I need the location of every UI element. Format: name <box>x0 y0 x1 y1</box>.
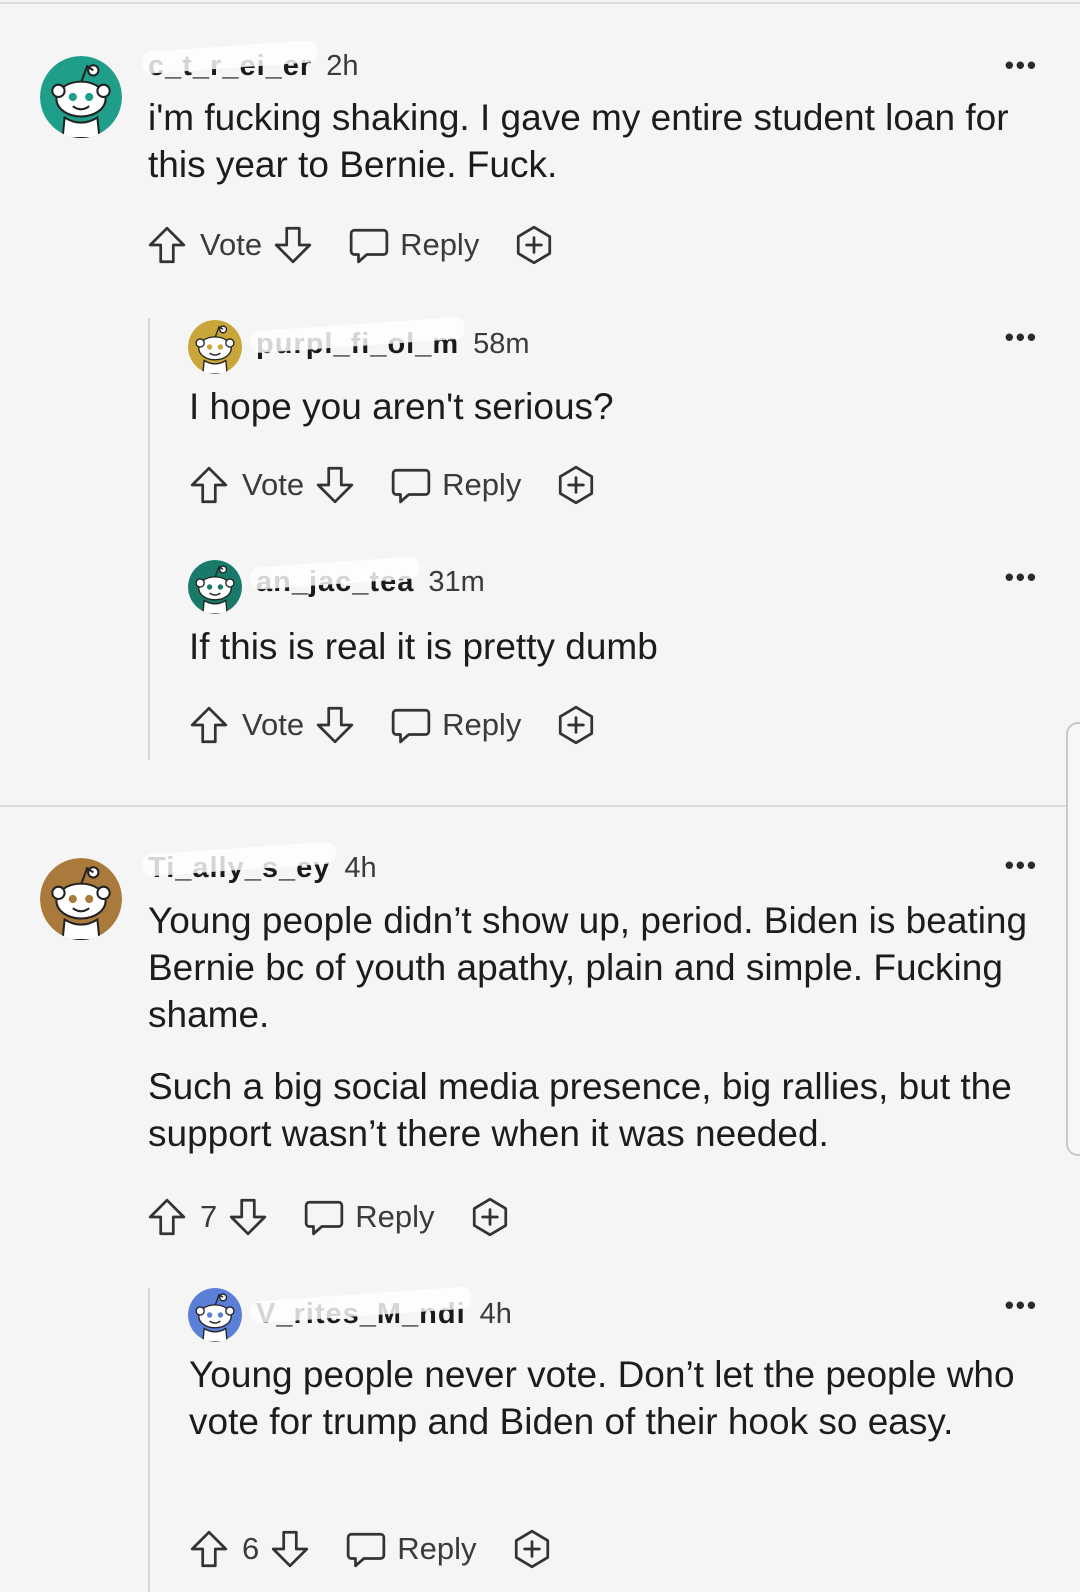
downvote-arrow-icon[interactable] <box>269 1528 311 1570</box>
comment-body: i'm fucking shaking. I gave my entire st… <box>148 94 1028 188</box>
snoo-avatar-icon[interactable] <box>40 56 122 138</box>
comment-meta: an_jac_tea 31m <box>256 566 485 599</box>
comment-actions: Vote Reply <box>188 704 597 746</box>
comment-actions: 7 Reply <box>146 1196 511 1238</box>
comment-paragraph: Young people never vote. Don’t let the p… <box>189 1354 1015 1442</box>
vote-count: 7 <box>200 1199 218 1234</box>
more-options-icon[interactable]: ••• <box>1005 1290 1038 1321</box>
comment-thread-page: c_t_r_ei_er 2h ••• i'm fucking shaking. … <box>0 0 1080 1592</box>
comment-body: If this is real it is pretty dumb <box>189 623 1029 670</box>
scrollbar[interactable] <box>1066 722 1080 1156</box>
comment-paragraph: If this is real it is pretty dumb <box>189 626 658 667</box>
username[interactable]: an_jac_tea <box>256 566 414 599</box>
top-divider <box>0 2 1080 4</box>
comment-paragraph: i'm fucking shaking. I gave my entire st… <box>148 97 1009 185</box>
timestamp: 4h <box>344 852 377 884</box>
vote-count: 6 <box>242 1531 260 1566</box>
comment-meta: c_t_r_ei_er 2h <box>148 50 358 83</box>
comment-actions: Vote Reply <box>188 464 597 506</box>
upvote-arrow-icon[interactable] <box>146 1196 188 1238</box>
snoo-avatar-icon[interactable] <box>188 1288 242 1342</box>
upvote-arrow-icon[interactable] <box>188 704 230 746</box>
upvote-arrow-icon[interactable] <box>188 1528 230 1570</box>
reply-label: Reply <box>442 707 522 742</box>
vote-count: Vote <box>242 467 305 502</box>
username[interactable]: purpl_fi_ol_m <box>256 328 459 361</box>
more-options-icon[interactable]: ••• <box>1005 322 1038 353</box>
award-plus-icon[interactable] <box>469 1196 511 1238</box>
timestamp: 31m <box>428 566 485 598</box>
comment-meta: purpl_fi_ol_m 58m <box>256 328 530 361</box>
reply-button[interactable]: Reply <box>303 1196 435 1238</box>
vote-count: Vote <box>200 227 263 262</box>
reply-label: Reply <box>397 1531 477 1566</box>
comment-meta: Ti_ally_s_ey 4h <box>148 852 377 885</box>
upvote-arrow-icon[interactable] <box>146 224 188 266</box>
username[interactable]: Ti_ally_s_ey <box>148 852 330 885</box>
reply-label: Reply <box>355 1199 435 1234</box>
more-options-icon[interactable]: ••• <box>1005 50 1038 81</box>
award-plus-icon[interactable] <box>511 1528 553 1570</box>
speech-bubble-icon <box>345 1528 387 1570</box>
comment-body: I hope you aren't serious? <box>189 383 1029 430</box>
downvote-arrow-icon[interactable] <box>272 224 314 266</box>
snoo-avatar-icon[interactable] <box>188 560 242 614</box>
reply-button[interactable]: Reply <box>390 464 521 506</box>
more-options-icon[interactable]: ••• <box>1005 850 1038 881</box>
comment-paragraph: Young people didn’t show up, period. Bid… <box>148 900 1028 1035</box>
comment-actions: 6 Reply <box>188 1528 553 1570</box>
thread-line[interactable] <box>148 1288 150 1592</box>
speech-bubble-icon <box>303 1196 345 1238</box>
comment-body: Young people didn’t show up, period. Bid… <box>148 897 1028 1157</box>
speech-bubble-icon <box>390 464 432 506</box>
timestamp: 58m <box>473 328 530 360</box>
thread-line[interactable] <box>148 318 150 760</box>
award-plus-icon[interactable] <box>513 224 555 266</box>
more-options-icon[interactable]: ••• <box>1005 562 1038 593</box>
username[interactable]: V_rites_M_ndi <box>256 1298 466 1331</box>
comment-paragraph: Such a big social media presence, big ra… <box>148 1066 1012 1154</box>
timestamp: 4h <box>479 1298 512 1330</box>
speech-bubble-icon <box>390 704 432 746</box>
vote-count: Vote <box>242 707 305 742</box>
downvote-arrow-icon[interactable] <box>314 704 356 746</box>
reply-button[interactable]: Reply <box>348 224 479 266</box>
reply-button[interactable]: Reply <box>345 1528 477 1570</box>
downvote-arrow-icon[interactable] <box>227 1196 269 1238</box>
comment-actions: Vote Reply <box>146 224 555 266</box>
comment-meta: V_rites_M_ndi 4h <box>256 1298 512 1331</box>
reply-button[interactable]: Reply <box>390 704 521 746</box>
timestamp: 2h <box>326 50 359 82</box>
comment-paragraph: I hope you aren't serious? <box>189 386 614 427</box>
snoo-avatar-icon[interactable] <box>188 320 242 374</box>
snoo-avatar-icon[interactable] <box>40 858 122 940</box>
downvote-arrow-icon[interactable] <box>314 464 356 506</box>
upvote-arrow-icon[interactable] <box>188 464 230 506</box>
award-plus-icon[interactable] <box>555 704 597 746</box>
speech-bubble-icon <box>348 224 390 266</box>
award-plus-icon[interactable] <box>555 464 597 506</box>
thread-divider <box>0 805 1080 807</box>
comment-body: Young people never vote. Don’t let the p… <box>189 1351 1029 1445</box>
username[interactable]: c_t_r_ei_er <box>148 50 312 83</box>
reply-label: Reply <box>442 467 522 502</box>
reply-label: Reply <box>400 227 480 262</box>
